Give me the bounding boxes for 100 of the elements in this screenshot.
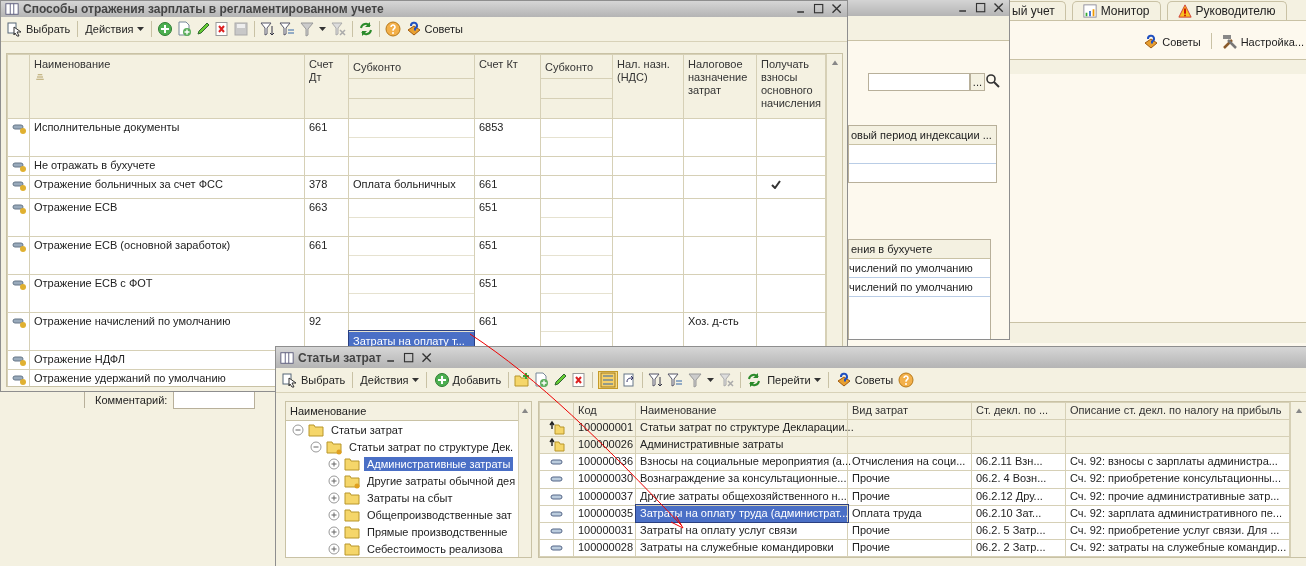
- tree-item[interactable]: Статьи затрат по структуре Дек.: [346, 439, 517, 454]
- maximize-icon[interactable]: [403, 351, 416, 364]
- tips-button[interactable]: Советы: [833, 371, 896, 389]
- folder-icon: [344, 489, 360, 506]
- tips-icon[interactable]: [835, 372, 852, 388]
- tips-icon[interactable]: [405, 21, 422, 37]
- help-icon[interactable]: [898, 372, 915, 388]
- tree-item[interactable]: Общепроизводственные зат: [364, 507, 515, 522]
- tips-button[interactable]: Советы: [403, 20, 465, 38]
- field-label: Комментарий:: [95, 394, 168, 406]
- copy-icon[interactable]: [533, 372, 550, 388]
- refresh-icon[interactable]: [746, 372, 763, 388]
- column-header: Наименование: [34, 58, 111, 70]
- caret-icon[interactable]: [707, 378, 715, 382]
- checkmark-icon: [771, 180, 781, 189]
- table-cell: Отражение ЕСВ (основной заработок): [34, 239, 231, 251]
- folder-icon: [344, 455, 360, 472]
- go-to-menu[interactable]: Перейти: [765, 371, 823, 389]
- folder-icon: [326, 438, 342, 455]
- delete-icon[interactable]: [571, 372, 588, 388]
- column-header: Счет Дт: [309, 58, 334, 83]
- filter-menu[interactable]: [297, 20, 328, 38]
- column-header: Наименование: [640, 404, 717, 416]
- tips-button[interactable]: Советы: [1141, 33, 1203, 51]
- expand-icon[interactable]: [328, 508, 340, 521]
- add-icon[interactable]: [156, 21, 173, 37]
- refresh-icon[interactable]: [357, 21, 374, 37]
- edit-icon[interactable]: [194, 21, 211, 37]
- caret-icon[interactable]: [813, 378, 821, 382]
- expand-icon[interactable]: [328, 525, 340, 538]
- table-cell: 100000030: [578, 472, 634, 485]
- caret-icon[interactable]: [411, 378, 419, 382]
- caret-icon[interactable]: [318, 27, 326, 31]
- monitor-icon[interactable]: [1082, 4, 1097, 18]
- table-cell[interactable]: Статьи затрат по структуре Декларации...: [640, 421, 854, 434]
- tab[interactable]: Монитор: [1071, 1, 1161, 20]
- maximize-icon[interactable]: [813, 3, 825, 15]
- search-field[interactable]: [867, 73, 970, 91]
- close-icon[interactable]: [831, 3, 843, 15]
- table-cell: Отражение ЕСВ с ФОТ: [34, 277, 153, 289]
- table-cell: числений по умолчанию: [849, 262, 973, 274]
- expand-icon[interactable]: [328, 474, 340, 487]
- actions-menu[interactable]: Действия: [83, 20, 146, 38]
- settings-button[interactable]: Настройка...: [1219, 33, 1306, 51]
- help-icon[interactable]: [384, 21, 401, 37]
- tree-item[interactable]: Себестоимость реализова: [364, 541, 506, 556]
- select-icon[interactable]: [7, 21, 23, 37]
- table-cell: 651: [479, 201, 498, 213]
- expand-icon[interactable]: [328, 457, 340, 470]
- table-cell: Прочие: [852, 472, 890, 485]
- copy-icon[interactable]: [175, 21, 192, 37]
- column-header: Ст. декл. по ...: [976, 404, 1049, 416]
- delete-icon[interactable]: [213, 21, 230, 37]
- add-icon[interactable]: [433, 372, 450, 388]
- table-cell: 661: [309, 239, 328, 251]
- scroll-up-icon[interactable]: [520, 406, 531, 416]
- scroll-up-icon[interactable]: [829, 58, 840, 68]
- tree-item[interactable]: Затраты на сбыт: [364, 490, 456, 505]
- expand-icon[interactable]: [328, 542, 340, 555]
- tree-item[interactable]: Другие затраты обычной дея: [364, 473, 519, 488]
- tips-icon[interactable]: [1143, 34, 1160, 50]
- folder-icon: [344, 506, 360, 523]
- filter-icon[interactable]: [648, 372, 665, 388]
- tree-item[interactable]: Прямые производственные: [364, 524, 511, 539]
- table-cell: Оплата больничных: [353, 178, 456, 190]
- table-cell: 6853: [479, 121, 504, 133]
- close-icon[interactable]: [421, 351, 434, 364]
- maximize-icon[interactable]: [975, 1, 987, 14]
- close-icon[interactable]: [993, 1, 1005, 14]
- filter-list-icon[interactable]: [278, 21, 295, 37]
- table-cell: Не отражать в бухучете: [34, 159, 156, 171]
- new-folder-icon[interactable]: [514, 372, 531, 388]
- table-cell: Отчисления на соци...: [852, 455, 966, 468]
- filter-list-icon[interactable]: [667, 372, 684, 388]
- select-icon[interactable]: [282, 372, 298, 388]
- scroll-up-icon[interactable]: [1294, 406, 1304, 416]
- column-header: Получать взносы основного начисления: [761, 58, 822, 109]
- actions-menu[interactable]: Действия: [358, 371, 421, 389]
- tools-icon[interactable]: [1221, 34, 1238, 50]
- tab[interactable]: ый учет: [1010, 1, 1066, 20]
- filter-icon[interactable]: [259, 21, 276, 37]
- tree-item[interactable]: Административные затраты: [364, 456, 514, 471]
- select-button[interactable]: Выбрать: [280, 371, 348, 389]
- expand-icon[interactable]: [328, 491, 340, 504]
- add-button[interactable]: Добавить: [431, 371, 504, 389]
- table-cell[interactable]: Взносы на социальные мероприятия (а...: [640, 455, 852, 468]
- edit-icon[interactable]: [552, 372, 569, 388]
- tab[interactable]: Руководителю: [1166, 1, 1287, 20]
- warn-icon[interactable]: [1177, 4, 1192, 18]
- caret-icon[interactable]: [136, 27, 144, 31]
- table-cell: Сч. 92: взносы с зарплаты администра...: [1070, 455, 1278, 468]
- select-button[interactable]: Выбрать: [5, 20, 73, 38]
- table-cell: Сч. 92: затраты на служебные командир...: [1070, 540, 1287, 553]
- folder-icon: [344, 540, 360, 557]
- search-icon[interactable]: [985, 73, 1001, 89]
- column-header: Описание ст. декл. по налогу на прибыль: [1070, 404, 1282, 416]
- tree-item[interactable]: Статьи затрат: [328, 422, 406, 437]
- folder-up-icon: [548, 437, 566, 454]
- filter-menu[interactable]: [686, 371, 717, 389]
- column-header: ения в бухучете: [851, 243, 933, 255]
